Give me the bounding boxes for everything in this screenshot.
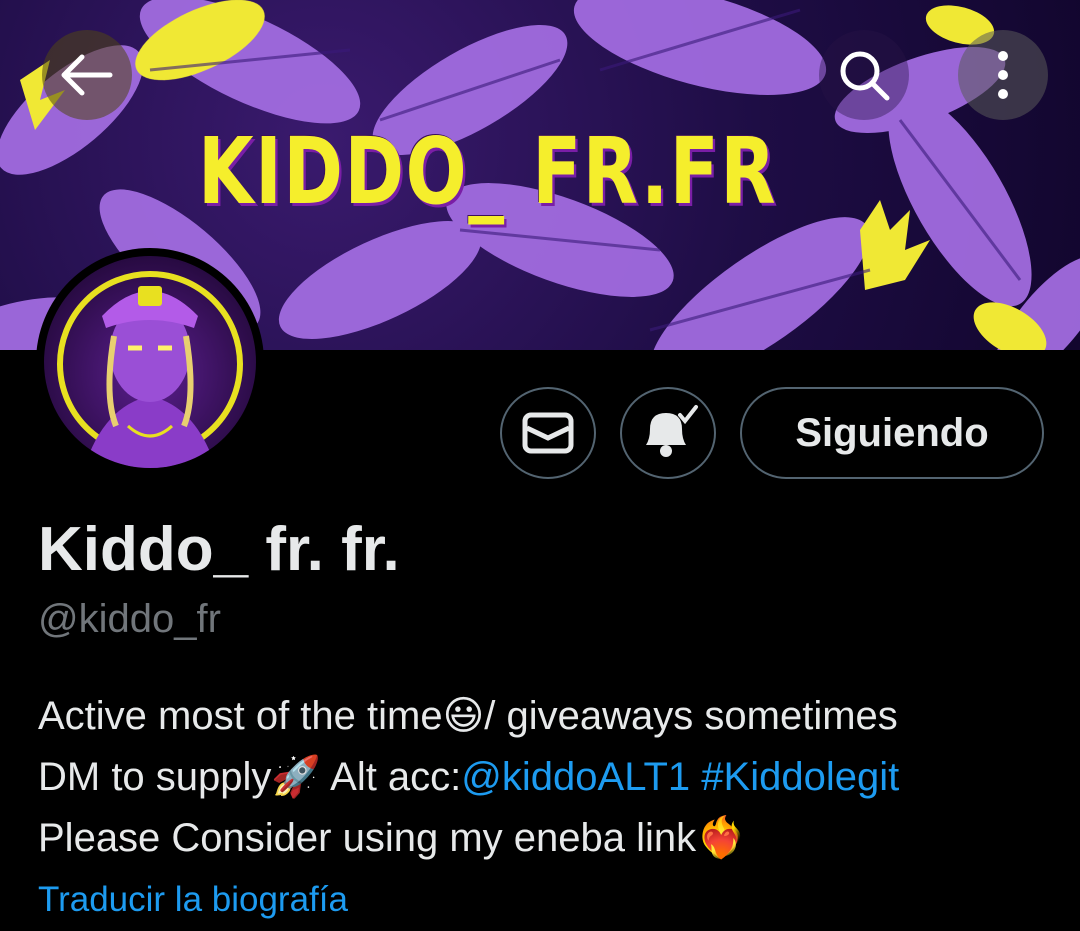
- heart-on-fire-emoji-icon: ❤️‍🔥: [696, 816, 746, 860]
- bio-line-2: DM to supply🚀 Alt acc:@kiddoALT1 #Kiddol…: [38, 747, 1058, 808]
- envelope-icon: [522, 412, 574, 454]
- more-vertical-icon: [998, 51, 1008, 99]
- mention-link[interactable]: @kiddoALT1: [461, 755, 690, 799]
- bio-line-1: Active most of the time😃/ giveaways some…: [38, 686, 1058, 747]
- bell-check-icon: [646, 405, 698, 457]
- smiley-emoji-icon: 😃: [442, 694, 485, 738]
- profile-avatar[interactable]: [36, 248, 264, 476]
- search-icon: [840, 51, 890, 101]
- bio-text: Alt acc:: [321, 755, 462, 799]
- rocket-emoji-icon: 🚀: [271, 755, 322, 799]
- bio-text: / giveaways sometimes: [484, 694, 898, 738]
- following-button[interactable]: Siguiendo: [740, 387, 1044, 479]
- profile-bio: Active most of the time😃/ giveaways some…: [38, 686, 1058, 869]
- display-name: Kiddo_ fr. fr.: [38, 515, 400, 584]
- more-options-button[interactable]: [958, 30, 1048, 120]
- notifications-button[interactable]: [620, 387, 716, 479]
- message-button[interactable]: [500, 387, 596, 479]
- bio-line-3: Please Consider using my eneba link❤️‍🔥: [38, 808, 1058, 869]
- bio-text: DM to supply: [38, 755, 272, 799]
- bio-text: Please Consider using my eneba link: [38, 816, 697, 860]
- bio-text: Active most of the time: [38, 694, 443, 738]
- translate-bio-link[interactable]: Traducir la biografía: [38, 880, 348, 920]
- arrow-left-icon: [61, 54, 113, 96]
- user-handle: @kiddo_fr: [38, 597, 221, 641]
- search-button[interactable]: [819, 30, 909, 120]
- avatar-image: [44, 256, 256, 468]
- banner-title: KIDDO_ FR.FR: [198, 118, 778, 225]
- back-button[interactable]: [42, 30, 132, 120]
- hashtag-link[interactable]: #Kiddolegit: [701, 755, 899, 799]
